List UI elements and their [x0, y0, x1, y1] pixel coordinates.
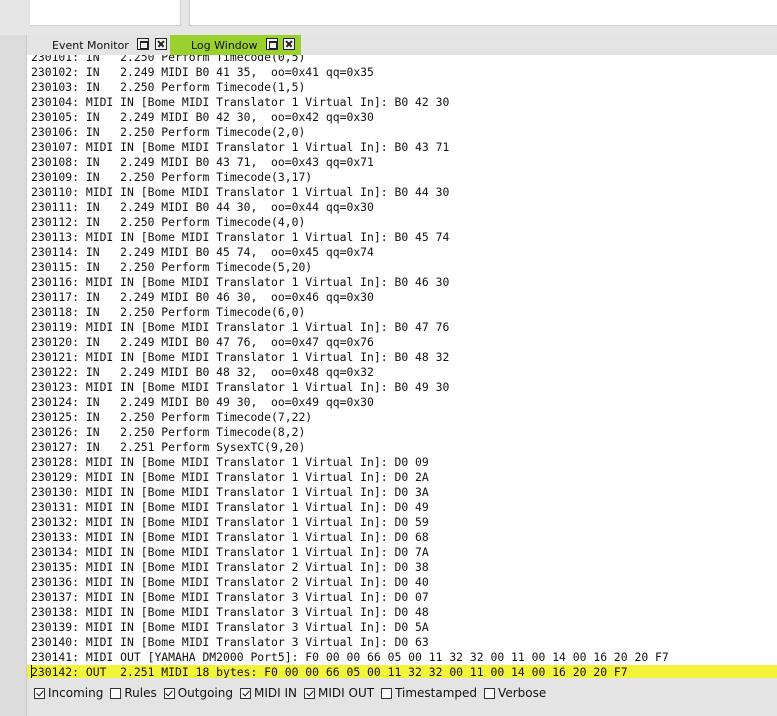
log-line: 230133: MIDI IN [Bome MIDI Translator 1 …: [31, 530, 429, 544]
log-line: 230130: MIDI IN [Bome MIDI Translator 1 …: [31, 485, 429, 499]
checkbox-label: Incoming: [48, 686, 104, 700]
log-line: 230137: MIDI IN [Bome MIDI Translator 3 …: [31, 590, 429, 604]
tab-event-monitor[interactable]: Event Monitor: [30, 35, 172, 55]
log-line: 230124: IN 2.249 MIDI B0 49 30, oo=0x49 …: [31, 395, 374, 409]
log-line: 230131: MIDI IN [Bome MIDI Translator 1 …: [31, 500, 429, 514]
tab-log-window[interactable]: Log Window: [170, 35, 301, 55]
checkbox-label: Verbose: [498, 686, 547, 700]
log-line: 230136: MIDI IN [Bome MIDI Translator 2 …: [31, 575, 429, 589]
checkbox-incoming[interactable]: [34, 687, 45, 699]
tab-bar: Event Monitor Log Window: [27, 35, 777, 55]
log-line: 230107: MIDI IN [Bome MIDI Translator 1 …: [31, 140, 450, 154]
checkbox-outgoing[interactable]: [163, 687, 175, 699]
log-line: 230111: IN 2.249 MIDI B0 44 30, oo=0x44 …: [31, 200, 374, 214]
checkbox-rules[interactable]: [110, 687, 122, 699]
log-line: 230140: MIDI IN [Bome MIDI Translator 3 …: [31, 635, 429, 649]
close-icon[interactable]: [155, 38, 167, 50]
log-output[interactable]: 230101: IN 2.250 Perform Timecode(0,5) 23…: [27, 55, 777, 678]
checkbox-midi-out[interactable]: [304, 687, 316, 699]
log-line: 230122: IN 2.249 MIDI B0 48 32, oo=0x48 …: [31, 365, 374, 379]
log-line: 230104: MIDI IN [Bome MIDI Translator 1 …: [31, 95, 450, 109]
log-line: 230134: MIDI IN [Bome MIDI Translator 1 …: [31, 545, 429, 559]
filter-midi-in[interactable]: MIDI IN: [240, 686, 297, 700]
log-line: 230141: MIDI OUT [YAMAHA DM2000 Port5]: …: [31, 650, 669, 664]
checkbox-label: Outgoing: [177, 686, 233, 700]
checkbox-label: MIDI IN: [254, 686, 298, 700]
left-sidebar-strip: [0, 35, 27, 716]
log-line: 230116: MIDI IN [Bome MIDI Translator 1 …: [31, 275, 450, 289]
log-line: 230113: MIDI IN [Bome MIDI Translator 1 …: [31, 230, 450, 244]
checkbox-verbose[interactable]: [484, 687, 496, 699]
upper-right-panel: [189, 0, 777, 26]
filter-outgoing[interactable]: Outgoing: [163, 686, 233, 700]
log-line: 230109: IN 2.250 Perform Timecode(3,17): [31, 170, 313, 184]
log-line-selected: 230142: OUT 2.251 MIDI 18 bytes: F0 00 0…: [27, 665, 777, 678]
log-line: 230127: IN 2.251 Perform SysexTC(9,20): [31, 440, 306, 454]
log-line: 230101: IN 2.250 Perform Timecode(0,5): [31, 55, 306, 64]
log-line: 230135: MIDI IN [Bome MIDI Translator 2 …: [31, 560, 429, 574]
log-line: 230119: MIDI IN [Bome MIDI Translator 1 …: [31, 320, 450, 334]
log-line: 230114: IN 2.249 MIDI B0 45 74, oo=0x45 …: [31, 245, 374, 259]
tab-log-window-label: Log Window: [191, 38, 258, 52]
maximize-icon[interactable]: [137, 38, 149, 50]
checkbox-timestamped[interactable]: [381, 687, 393, 699]
filter-midi-out[interactable]: MIDI OUT: [304, 686, 374, 700]
maximize-icon[interactable]: [266, 38, 278, 50]
log-line: 230110: MIDI IN [Bome MIDI Translator 1 …: [31, 185, 450, 199]
checkbox-label: Rules: [124, 686, 157, 700]
filter-rules[interactable]: Rules: [110, 686, 157, 700]
log-lines: 230101: IN 2.250 Perform Timecode(0,5) 23…: [27, 55, 777, 678]
filter-incoming[interactable]: Incoming: [34, 686, 103, 700]
filter-timestamped[interactable]: Timestamped: [381, 686, 477, 700]
log-line: 230102: IN 2.249 MIDI B0 41 35, oo=0x41 …: [31, 65, 374, 79]
top-area: [0, 0, 777, 35]
log-line: 230128: MIDI IN [Bome MIDI Translator 1 …: [31, 455, 429, 469]
close-icon[interactable]: [283, 38, 295, 50]
log-line: 230121: MIDI IN [Bome MIDI Translator 1 …: [31, 350, 450, 364]
log-line: 230139: MIDI IN [Bome MIDI Translator 3 …: [31, 620, 429, 634]
checkbox-midi-in[interactable]: [240, 687, 251, 699]
log-line: 230117: IN 2.249 MIDI B0 46 30, oo=0x46 …: [31, 290, 374, 304]
log-line: 230138: MIDI IN [Bome MIDI Translator 3 …: [31, 605, 429, 619]
log-line: 230123: MIDI IN [Bome MIDI Translator 1 …: [31, 380, 450, 394]
log-panel: Event Monitor Log Window 230101: IN 2.25…: [27, 35, 777, 716]
log-line: 230106: IN 2.250 Perform Timecode(2,0): [31, 125, 306, 139]
log-line: 230108: IN 2.249 MIDI B0 43 71, oo=0x43 …: [31, 155, 374, 169]
log-line-text: 230142: OUT 2.251 MIDI 18 bytes: F0 00 0…: [31, 665, 628, 678]
log-line: 230115: IN 2.250 Perform Timecode(5,20): [31, 260, 313, 274]
checkbox-label: MIDI OUT: [318, 686, 375, 700]
log-line: 230132: MIDI IN [Bome MIDI Translator 1 …: [31, 515, 429, 529]
log-line: 230112: IN 2.250 Perform Timecode(4,0): [31, 215, 306, 229]
log-line: 230103: IN 2.250 Perform Timecode(1,5): [31, 80, 306, 94]
log-line: 230125: IN 2.250 Perform Timecode(7,22): [31, 410, 313, 424]
log-line: 230105: IN 2.249 MIDI B0 42 30, oo=0x42 …: [31, 110, 374, 124]
log-line: 230120: IN 2.249 MIDI B0 47 76, oo=0x47 …: [31, 335, 374, 349]
tab-event-monitor-label: Event Monitor: [52, 38, 129, 52]
upper-left-panel: [30, 0, 181, 26]
checkbox-label: Timestamped: [395, 686, 478, 700]
log-line: 230129: MIDI IN [Bome MIDI Translator 1 …: [31, 470, 429, 484]
log-line: 230126: IN 2.250 Perform Timecode(8,2): [31, 425, 306, 439]
log-line: 230118: IN 2.250 Perform Timecode(6,0): [31, 305, 306, 319]
filter-bar: Incoming Rules Outgoing MIDI IN MIDI OUT Time…: [27, 682, 777, 704]
filter-verbose[interactable]: Verbose: [484, 686, 546, 700]
